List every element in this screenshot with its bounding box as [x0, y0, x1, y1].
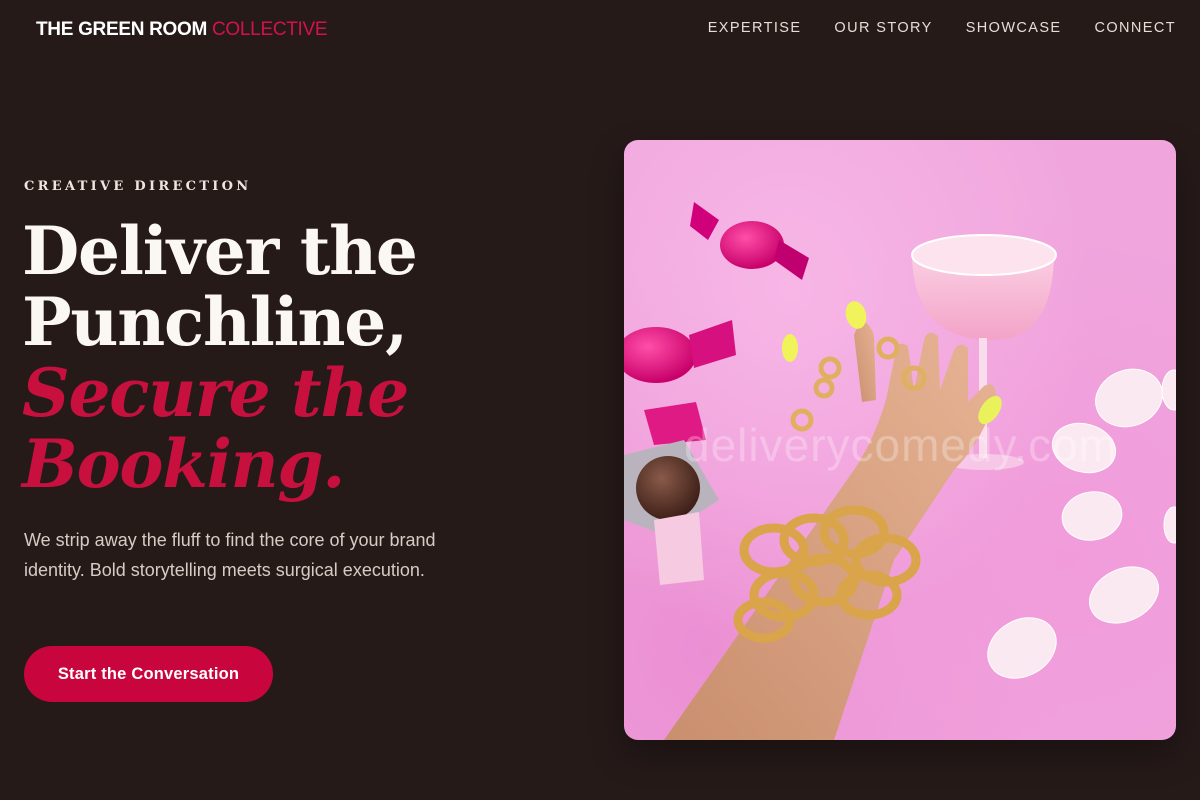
brand-name-accent: COLLECTIVE	[212, 19, 328, 40]
hero-image: deliverycomedy.com	[624, 140, 1176, 740]
brand-name-primary: THE GREEN ROOM	[36, 19, 208, 40]
hero-eyebrow: CREATIVE DIRECTION	[24, 179, 252, 194]
brand-logo[interactable]: THE GREEN ROOM COLLECTIVE	[36, 18, 328, 42]
candy-left	[624, 320, 736, 383]
candy-top	[690, 202, 809, 280]
nav-item-connect[interactable]: CONNECT	[1095, 19, 1177, 37]
site-header: THE GREEN ROOM COLLECTIVE EXPERTISE OUR …	[0, 0, 1200, 60]
main-nav: EXPERTISE OUR STORY SHOWCASE CONNECT	[708, 19, 1176, 37]
nav-item-our-story[interactable]: OUR STORY	[834, 19, 932, 37]
image-watermark: deliverycomedy.com	[684, 419, 1118, 471]
headline-line-1: Deliver the	[22, 212, 418, 290]
headline-line-2: Punchline,	[22, 283, 408, 361]
start-conversation-button[interactable]: Start the Conversation	[24, 646, 273, 702]
nav-item-expertise[interactable]: EXPERTISE	[708, 19, 802, 37]
headline-line-4: Booking.	[22, 425, 345, 503]
hero-description: We strip away the fluff to find the core…	[24, 530, 436, 580]
rose-petals	[987, 368, 1176, 679]
hero-headline: Deliver the Punchline, Secure the Bookin…	[22, 216, 542, 500]
nav-item-showcase[interactable]: SHOWCASE	[966, 19, 1062, 37]
headline-line-3: Secure the	[22, 354, 409, 432]
